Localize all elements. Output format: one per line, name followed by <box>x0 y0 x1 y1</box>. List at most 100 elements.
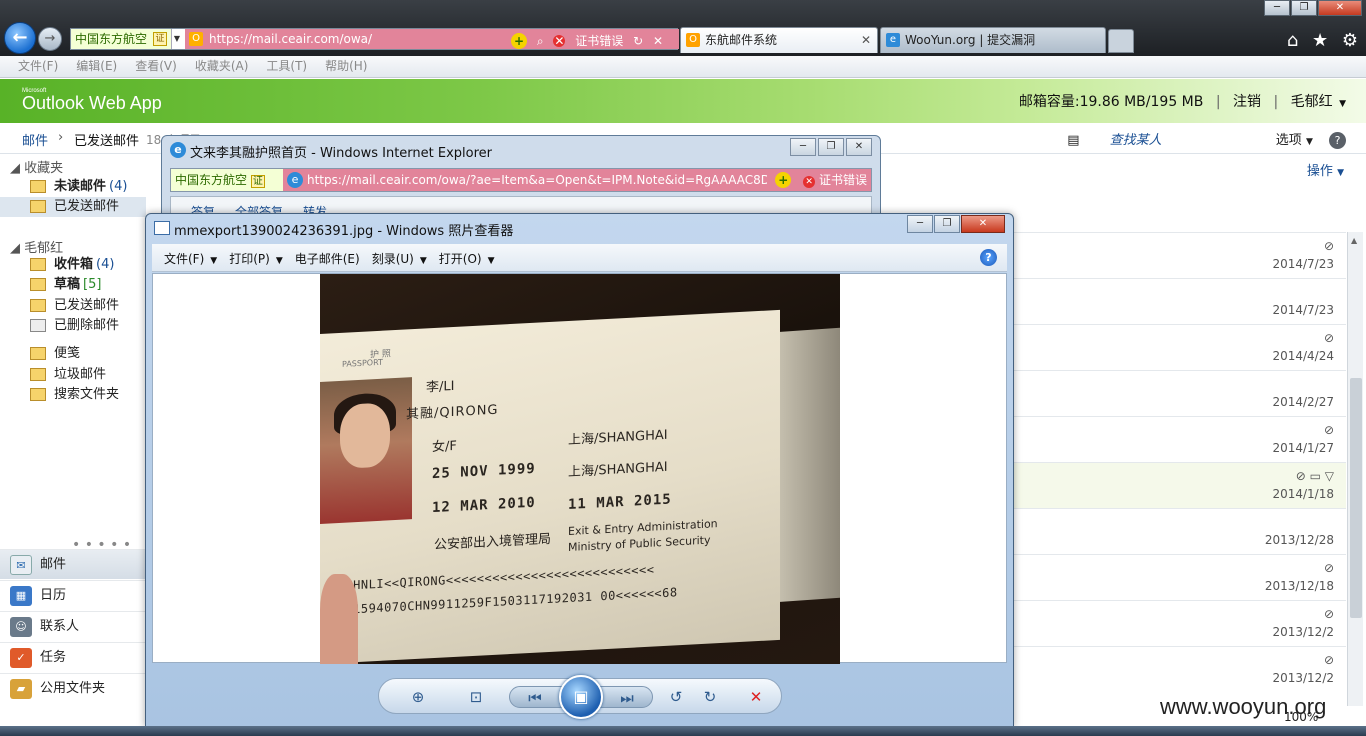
message-row[interactable]: 2014/7/23 <box>1010 278 1346 324</box>
actions-menu[interactable]: 操作 ▼ <box>1307 160 1344 179</box>
menu-tools[interactable]: 工具(T) <box>266 56 307 77</box>
zoom-icon[interactable]: ⊕ <box>405 687 431 707</box>
close-icon[interactable]: ✕ <box>861 28 871 52</box>
chevron-down-icon[interactable]: ▼ <box>1306 137 1313 147</box>
favorites-header[interactable]: ◢ 收藏夹 <box>10 157 63 176</box>
folder-deleted[interactable]: 已删除邮件 <box>30 316 119 336</box>
options-menu[interactable]: 选项 <box>1276 133 1302 148</box>
message-row[interactable]: ⊘ 2013/12/2 <box>1010 600 1346 646</box>
slideshow-button[interactable]: ▣ <box>559 675 603 719</box>
rotate-cw-icon[interactable]: ↻ <box>697 687 723 707</box>
viewer-window-controls: ─ ❐ ✕ <box>906 215 1005 233</box>
rotate-ccw-icon[interactable]: ↺ <box>663 687 689 707</box>
stop-icon[interactable]: ✕ <box>653 33 663 49</box>
minimize-button[interactable]: ─ <box>907 215 933 233</box>
list-scrollbar[interactable]: ▲ <box>1347 232 1363 706</box>
maximize-button[interactable]: ❐ <box>934 215 960 233</box>
nav-public-folders[interactable]: ▰ 公用文件夹 <box>0 673 146 703</box>
nav-contacts[interactable]: ☺ 联系人 <box>0 611 146 641</box>
message-row[interactable]: 2014/2/27 <box>1010 370 1346 416</box>
previous-icon[interactable]: ⏮ <box>522 688 548 708</box>
message-row[interactable]: ⊘ 2013/12/2 <box>1010 646 1346 692</box>
menu-favorites[interactable]: 收藏夹(A) <box>195 56 249 77</box>
viewer-menu-open[interactable]: 打开(O) ▼ <box>439 250 495 267</box>
folder-unread[interactable]: 未读邮件 (4) <box>30 177 127 197</box>
cert-error-label[interactable]: 证书错误 <box>819 173 867 187</box>
maximize-button[interactable]: ❐ <box>1291 0 1317 16</box>
help-icon[interactable]: ? <box>980 249 997 266</box>
message-row[interactable]: 2013/12/28 <box>1010 508 1346 554</box>
find-someone-input[interactable]: 查找某人 <box>1110 133 1162 148</box>
breadcrumb-root[interactable]: 邮件 <box>22 130 48 149</box>
folder-junk[interactable]: 垃圾邮件 <box>30 365 106 385</box>
message-row[interactable]: ⊘ 2014/7/23 <box>1010 232 1346 278</box>
favorites-star-icon[interactable]: ★ <box>1312 30 1328 51</box>
close-button[interactable]: ✕ <box>846 138 872 156</box>
menu-file[interactable]: 文件(F) <box>18 56 58 77</box>
folder-drafts[interactable]: 草稿 [5] <box>30 275 101 295</box>
delete-icon[interactable]: ✕ <box>743 687 769 707</box>
folder-sent[interactable]: 已发送邮件 <box>30 296 119 316</box>
chevron-down-icon[interactable]: ▼ <box>171 29 183 49</box>
forward-button[interactable]: → <box>38 27 62 51</box>
viewer-menu-file[interactable]: 文件(F) ▼ <box>164 250 217 267</box>
compat-view-icon[interactable]: + <box>511 33 527 49</box>
menu-view[interactable]: 查看(V) <box>135 56 177 77</box>
tab-owa[interactable]: O 东航邮件系统 ✕ <box>680 27 878 53</box>
passport-issue-date: 12 MAR 2010 <box>432 494 536 517</box>
calendar-icon: ▦ <box>10 586 32 606</box>
address-bar[interactable]: 中国东方航空 证 ▼ O https://mail.ceair.com/owa/… <box>70 28 679 50</box>
trash-icon <box>30 319 46 332</box>
user-name[interactable]: 毛郁红 <box>1291 94 1333 110</box>
compat-view-icon[interactable]: + <box>775 172 792 188</box>
cert-error-label[interactable]: 证书错误 <box>575 33 623 49</box>
minimize-button[interactable]: ─ <box>790 138 816 156</box>
viewer-menu-email[interactable]: 电子邮件(E) <box>295 250 360 267</box>
folder-search[interactable]: 搜索文件夹 <box>30 385 119 405</box>
nav-mail[interactable]: ✉ 邮件 <box>0 549 146 579</box>
viewer-menu-print[interactable]: 打印(P) ▼ <box>229 250 283 267</box>
popup-url-field[interactable]: e https://mail.ceair.com/owa/?ae=Item&a=… <box>283 169 871 191</box>
passport-sex: 女/F <box>432 438 457 456</box>
folder-icon <box>30 200 46 213</box>
folder-sent-favorite[interactable]: 已发送邮件 <box>0 197 146 217</box>
viewer-menu-burn[interactable]: 刻录(U) ▼ <box>372 250 427 267</box>
popup-address-bar[interactable]: 中国东方航空 证 e https://mail.ceair.com/owa/?a… <box>170 168 872 192</box>
next-icon[interactable]: ⏭ <box>614 688 640 708</box>
close-button[interactable]: ✕ <box>1318 0 1362 16</box>
cert-error-area[interactable]: + ✕ 证书错误 <box>775 169 867 191</box>
scroll-thumb[interactable] <box>1350 378 1362 618</box>
maximize-button[interactable]: ❐ <box>818 138 844 156</box>
browser-chrome: ← → 中国东方航空 证 ▼ O https://mail.ceair.com/… <box>0 0 1366 56</box>
message-row[interactable]: ⊘ 2014/4/24 <box>1010 324 1346 370</box>
address-book-icon[interactable]: ▤ <box>1067 133 1079 148</box>
message-row-selected[interactable]: ⊘ ▭ ▽ 2014/1/18 <box>1010 462 1346 508</box>
chevron-down-icon[interactable]: ▼ <box>1339 99 1346 109</box>
url-field[interactable]: O https://mail.ceair.com/owa/ + ⌕ ✕ 证书错误… <box>185 29 679 49</box>
fit-window-icon[interactable]: ⊡ <box>463 687 489 707</box>
mailbox-header[interactable]: ◢ 毛郁红 <box>10 237 63 256</box>
help-icon[interactable]: ? <box>1329 132 1346 149</box>
tab-wooyun[interactable]: e WooYun.org | 提交漏洞 <box>880 27 1106 53</box>
menu-help[interactable]: 帮助(H) <box>325 56 367 77</box>
new-tab-button[interactable] <box>1108 29 1134 53</box>
passport-surname: 李/LI <box>426 378 455 396</box>
zoom-level[interactable]: 100% <box>1284 710 1318 724</box>
gear-icon[interactable]: ⚙ <box>1342 30 1358 51</box>
message-row[interactable]: ⊘ 2013/12/18 <box>1010 554 1346 600</box>
scroll-up-arrow[interactable]: ▲ <box>1351 236 1357 245</box>
nav-tasks[interactable]: ✓ 任务 <box>0 642 146 672</box>
message-row[interactable]: ⊘ 2014/1/27 <box>1010 416 1346 462</box>
back-button[interactable]: ← <box>4 22 36 54</box>
home-icon[interactable]: ⌂ <box>1287 30 1298 51</box>
menu-edit[interactable]: 编辑(E) <box>76 56 117 77</box>
minimize-button[interactable]: ─ <box>1264 0 1290 16</box>
logout-link[interactable]: 注销 <box>1233 94 1261 110</box>
site-identity-badge[interactable]: 中国东方航空 证 <box>171 169 294 191</box>
folder-inbox[interactable]: 收件箱 (4) <box>30 255 114 275</box>
nav-calendar[interactable]: ▦ 日历 <box>0 580 146 610</box>
refresh-icon[interactable]: ↻ <box>633 33 643 49</box>
folder-notes[interactable]: 便笺 <box>30 344 80 364</box>
close-button[interactable]: ✕ <box>961 215 1005 233</box>
search-icon[interactable]: ⌕ <box>537 33 544 49</box>
